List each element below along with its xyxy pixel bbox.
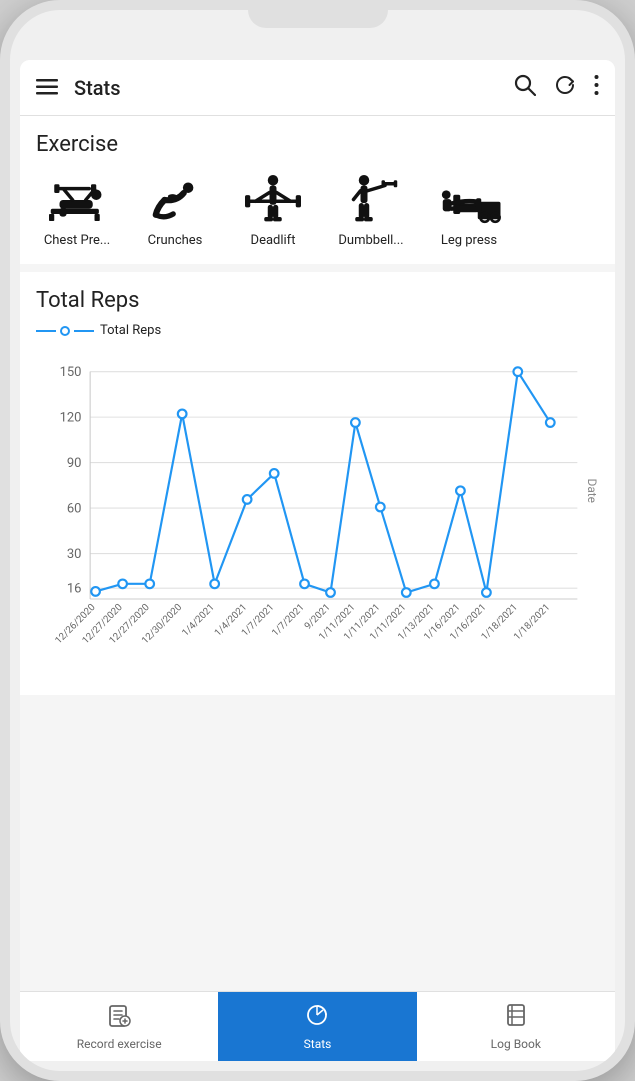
dumbbell-icon — [331, 169, 411, 229]
exercise-list: Chest Pre... — [20, 169, 615, 256]
chart-wrapper: 150 120 90 60 30 16 — [36, 350, 599, 679]
exercise-item-deadlift[interactable]: Deadlift — [228, 169, 318, 248]
more-icon[interactable] — [594, 74, 599, 101]
chart-section: Total Reps Total Reps — [20, 272, 615, 695]
leg-press-icon — [429, 169, 509, 229]
svg-text:30: 30 — [67, 547, 82, 562]
svg-text:1/4/2021: 1/4/2021 — [180, 602, 217, 639]
svg-text:90: 90 — [67, 456, 82, 471]
exercise-label-leg-press: Leg press — [441, 233, 497, 248]
exercise-label-crunches: Crunches — [148, 233, 203, 248]
exercise-item-leg-press[interactable]: Leg press — [424, 169, 514, 248]
nav-stats-label: Stats — [304, 1037, 332, 1051]
svg-text:60: 60 — [67, 501, 82, 516]
nav-log-label: Log Book — [491, 1037, 541, 1051]
exercise-label-dumbbell: Dumbbell... — [338, 233, 403, 248]
nav-log-book[interactable]: Log Book — [417, 992, 615, 1061]
chart-svg: 150 120 90 60 30 16 — [36, 350, 599, 675]
chart-title: Total Reps — [36, 288, 599, 313]
exercise-label-deadlift: Deadlift — [251, 233, 296, 248]
legend-line — [36, 326, 94, 336]
legend-text: Total Reps — [100, 323, 161, 338]
nav-stats[interactable]: Stats — [218, 992, 416, 1061]
exercise-item-crunches[interactable]: Crunches — [130, 169, 220, 248]
legend-dash — [36, 330, 56, 332]
exercise-item-dumbbell[interactable]: Dumbbell... — [326, 169, 416, 248]
main-content: Exercise — [20, 116, 615, 991]
legend-dash2 — [74, 330, 94, 332]
app-container: Stats — [20, 60, 615, 1061]
app-header: Stats — [20, 60, 615, 116]
phone-notch — [248, 10, 388, 28]
header-title: Stats — [74, 76, 514, 100]
svg-text:1/7/2021: 1/7/2021 — [270, 602, 307, 639]
menu-icon[interactable] — [36, 76, 58, 100]
bottom-nav: Record exercise Stats — [20, 991, 615, 1061]
svg-text:Date: Date — [585, 479, 599, 503]
chest-press-icon — [37, 169, 117, 229]
exercise-section: Exercise — [20, 116, 615, 264]
svg-text:120: 120 — [60, 410, 82, 425]
legend-dot — [60, 326, 70, 336]
svg-text:16: 16 — [67, 582, 82, 597]
exercise-label-chest-press: Chest Pre... — [44, 233, 110, 248]
nav-record-exercise[interactable]: Record exercise — [20, 992, 218, 1061]
deadlift-icon — [233, 169, 313, 229]
record-exercise-icon — [107, 1003, 131, 1033]
exercise-section-title: Exercise — [20, 132, 615, 169]
chart-legend: Total Reps — [36, 323, 599, 338]
search-icon[interactable] — [514, 74, 536, 101]
refresh-icon[interactable] — [554, 74, 576, 101]
crunches-icon — [135, 169, 215, 229]
phone-frame: Stats — [0, 0, 635, 1081]
svg-text:150: 150 — [60, 365, 82, 380]
stats-icon — [305, 1003, 329, 1033]
nav-record-label: Record exercise — [77, 1037, 162, 1051]
header-icons — [514, 74, 599, 101]
exercise-item-chest-press[interactable]: Chest Pre... — [32, 169, 122, 248]
log-book-icon — [504, 1003, 528, 1033]
